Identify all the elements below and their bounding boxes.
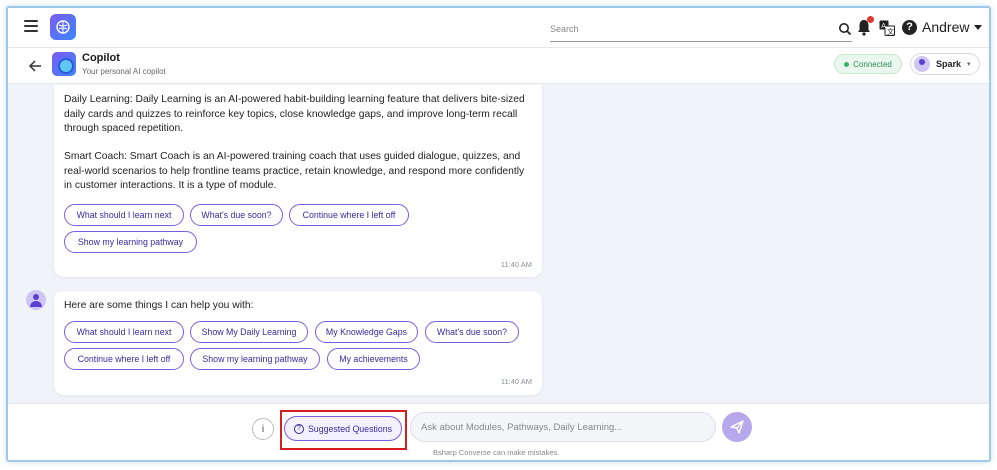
model-label: Spark bbox=[936, 59, 962, 69]
model-avatar bbox=[914, 56, 930, 72]
search-icon[interactable] bbox=[838, 22, 852, 36]
brain-logo-icon[interactable] bbox=[50, 14, 76, 40]
notification-badge bbox=[867, 16, 874, 23]
chevron-down-icon[interactable] bbox=[974, 25, 982, 30]
suggested-questions-label: Suggested Questions bbox=[307, 423, 393, 434]
message-composer: i ? Suggested Questions Bsharp Converse … bbox=[8, 403, 989, 460]
info-icon: i bbox=[261, 423, 265, 435]
chat-messages: Daily Learning: Daily Learning is an AI-… bbox=[8, 85, 989, 403]
disclaimer-text: Bsharp Converse can make mistakes. bbox=[433, 448, 560, 457]
model-selector[interactable]: Spark ▾ bbox=[910, 53, 980, 75]
status-dot-icon bbox=[844, 61, 850, 67]
bot-message: Here are some things I can help you with… bbox=[54, 291, 542, 395]
suggestion-chip[interactable]: Continue where I left off bbox=[64, 348, 184, 370]
search-input[interactable] bbox=[550, 18, 820, 40]
message-paragraph: Smart Coach: Smart Coach is an AI-powere… bbox=[64, 151, 525, 191]
send-button[interactable] bbox=[722, 412, 752, 442]
top-bar: A文 ? Andrew bbox=[8, 8, 989, 48]
page-title: Copilot bbox=[82, 52, 120, 64]
suggestion-chip[interactable]: What should I learn next bbox=[64, 204, 184, 226]
suggested-questions-button[interactable]: ? Suggested Questions bbox=[284, 416, 402, 441]
svg-text:A: A bbox=[881, 23, 886, 30]
page-subtitle: Your personal AI copilot bbox=[82, 67, 166, 76]
connection-status-badge: Connected bbox=[834, 54, 902, 74]
suggestion-chip[interactable]: Show my learning pathway bbox=[190, 348, 320, 370]
status-label: Connected bbox=[853, 59, 892, 69]
suggestion-chip[interactable]: Show my learning pathway bbox=[64, 231, 197, 253]
help-icon[interactable]: ? bbox=[902, 20, 917, 35]
suggestion-chip[interactable]: My achievements bbox=[327, 348, 420, 370]
copilot-logo-icon bbox=[52, 52, 76, 76]
search-bar bbox=[550, 18, 852, 42]
app-window: A文 ? Andrew Copilot Your personal AI cop… bbox=[6, 6, 991, 462]
message-paragraph: Daily Learning: Daily Learning is an AI-… bbox=[64, 94, 525, 134]
message-timestamp: 11:40 AM bbox=[500, 260, 532, 269]
menu-icon[interactable] bbox=[24, 20, 38, 32]
bot-avatar bbox=[26, 290, 46, 310]
svg-text:文: 文 bbox=[887, 27, 894, 36]
back-arrow-icon[interactable] bbox=[28, 59, 42, 73]
translate-icon[interactable]: A文 bbox=[879, 20, 895, 36]
suggestion-chip[interactable]: What's due soon? bbox=[190, 204, 283, 226]
info-button[interactable]: i bbox=[252, 418, 274, 440]
bot-message: Daily Learning: Daily Learning is an AI-… bbox=[54, 85, 542, 277]
chat-header: Copilot Your personal AI copilot Connect… bbox=[8, 48, 989, 84]
question-icon: ? bbox=[293, 423, 304, 434]
send-icon bbox=[730, 420, 744, 434]
user-menu[interactable]: Andrew bbox=[922, 19, 969, 35]
message-timestamp: 11:40 AM bbox=[500, 377, 532, 386]
message-input[interactable] bbox=[410, 412, 716, 442]
suggestion-chip[interactable]: Show My Daily Learning bbox=[190, 321, 308, 343]
suggestion-chip[interactable]: Continue where I left off bbox=[289, 204, 409, 226]
suggestion-chip[interactable]: What should I learn next bbox=[64, 321, 184, 343]
suggestion-chip[interactable]: My Knowledge Gaps bbox=[315, 321, 418, 343]
suggestion-chip[interactable]: What's due soon? bbox=[425, 321, 519, 343]
message-paragraph: Here are some things I can help you with… bbox=[64, 300, 254, 311]
chevron-down-icon: ▾ bbox=[967, 61, 971, 68]
